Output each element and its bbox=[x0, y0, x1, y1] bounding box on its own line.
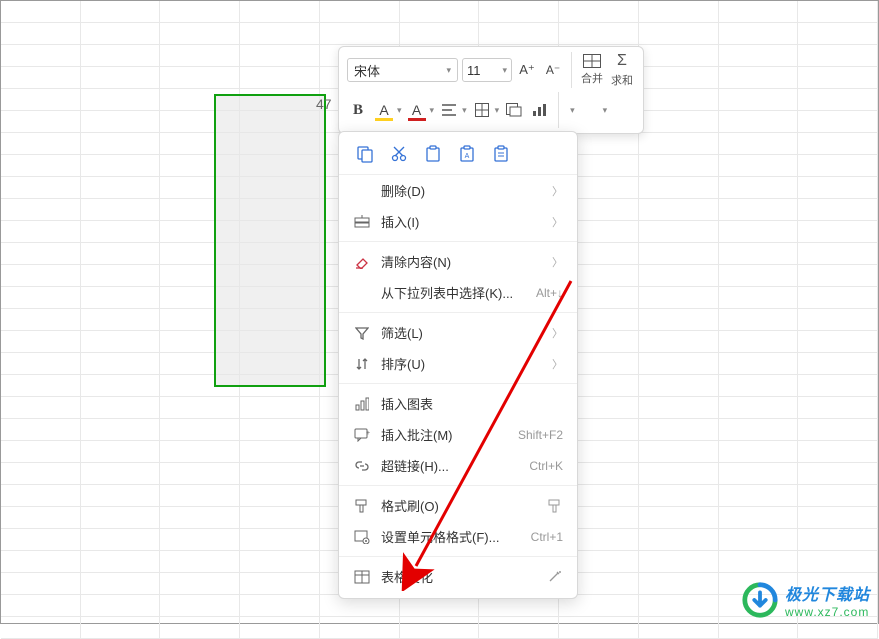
chevron-down-icon: ▾ bbox=[502, 65, 507, 76]
divider bbox=[339, 312, 577, 313]
chevron-down-icon: ▾ bbox=[397, 105, 402, 116]
chevron-down-icon: ▾ bbox=[495, 105, 500, 116]
format-as-table-icon[interactable] bbox=[503, 99, 525, 121]
paintbrush-icon bbox=[353, 499, 371, 513]
table-beautify-icon bbox=[353, 570, 371, 584]
divider bbox=[339, 556, 577, 557]
border-button[interactable]: ▾ bbox=[471, 99, 500, 121]
menu-clear-content[interactable]: 清除内容(N) 〉 bbox=[339, 246, 577, 277]
chart-icon[interactable] bbox=[529, 99, 551, 121]
sort-icon bbox=[353, 357, 371, 371]
divider bbox=[339, 485, 577, 486]
active-cell-value: 47 bbox=[316, 96, 332, 112]
align-icon bbox=[438, 99, 460, 121]
paste-special-icon[interactable]: A bbox=[457, 144, 477, 164]
menu-insert[interactable]: 插入(I) 〉 bbox=[339, 206, 577, 237]
watermark-url: www.xz7.com bbox=[785, 605, 869, 619]
highlight-button[interactable]: A ▾ bbox=[373, 99, 402, 121]
divider bbox=[339, 383, 577, 384]
chevron-right-icon: 〉 bbox=[552, 356, 563, 372]
chevron-down-icon: ▾ bbox=[446, 65, 451, 76]
mini-toolbar: 宋体 ▾ 11 ▾ A⁺ A⁻ 合并 Σ 求和 B A ▾ A ▾ bbox=[338, 46, 644, 134]
sum-icon: Σ bbox=[617, 52, 627, 70]
merge-button[interactable]: 合并 bbox=[579, 54, 605, 86]
funnel-icon bbox=[353, 326, 371, 340]
chart-icon bbox=[353, 397, 371, 411]
svg-text:+: + bbox=[366, 430, 370, 437]
format-painter-side-icon[interactable] bbox=[547, 499, 563, 513]
decrease-font-icon[interactable]: A⁻ bbox=[542, 59, 564, 81]
separator bbox=[571, 52, 572, 88]
chevron-right-icon: 〉 bbox=[552, 183, 563, 199]
menu-table-beautify[interactable]: 表格美化 bbox=[339, 561, 577, 592]
font-size-select[interactable]: 11 ▾ bbox=[462, 58, 512, 82]
chevron-down-icon[interactable]: ▾ bbox=[570, 105, 575, 116]
cut-icon[interactable] bbox=[389, 144, 409, 164]
separator bbox=[558, 92, 559, 128]
magic-wand-icon[interactable] bbox=[547, 570, 563, 584]
align-button[interactable]: ▾ bbox=[438, 99, 467, 121]
menu-insert-chart[interactable]: 插入图表 bbox=[339, 388, 577, 419]
increase-font-icon[interactable]: A⁺ bbox=[516, 59, 538, 81]
menu-insert-comment[interactable]: + 插入批注(M) Shift+F2 bbox=[339, 419, 577, 450]
context-menu: A 删除(D) 〉 插入(I) 〉 清除内容(N) 〉 从下拉列表中选择(K).… bbox=[338, 131, 578, 599]
merge-label: 合并 bbox=[581, 70, 603, 86]
border-icon bbox=[471, 99, 493, 121]
chevron-right-icon: 〉 bbox=[552, 325, 563, 341]
paste-icon[interactable] bbox=[423, 144, 443, 164]
menu-sort[interactable]: 排序(U) 〉 bbox=[339, 348, 577, 379]
chevron-down-icon: ▾ bbox=[430, 105, 435, 116]
menu-hyperlink[interactable]: 超链接(H)... Ctrl+K bbox=[339, 450, 577, 481]
chevron-right-icon: 〉 bbox=[552, 214, 563, 230]
font-family-label: 宋体 bbox=[354, 61, 380, 80]
watermark-title: 极光下载站 bbox=[785, 581, 870, 605]
chevron-right-icon: 〉 bbox=[552, 254, 563, 270]
menu-dropdown-select[interactable]: 从下拉列表中选择(K)... Alt+↓ bbox=[339, 277, 577, 308]
font-color-icon: A bbox=[406, 99, 428, 121]
cell-format-icon bbox=[353, 530, 371, 544]
sum-label: 求和 bbox=[611, 72, 633, 88]
watermark-logo-icon bbox=[741, 581, 779, 619]
menu-filter[interactable]: 筛选(L) 〉 bbox=[339, 317, 577, 348]
eraser-icon bbox=[353, 255, 371, 269]
link-icon bbox=[353, 459, 371, 473]
font-size-label: 11 bbox=[467, 63, 481, 78]
cell-selection[interactable] bbox=[214, 94, 326, 387]
chevron-down-icon: ▾ bbox=[462, 105, 467, 116]
chevron-down-icon[interactable]: ▾ bbox=[603, 105, 608, 116]
autosum-button[interactable]: Σ 求和 bbox=[609, 52, 635, 88]
menu-format-painter[interactable]: 格式刷(O) bbox=[339, 490, 577, 521]
font-family-select[interactable]: 宋体 ▾ bbox=[347, 58, 458, 82]
highlight-icon: A bbox=[373, 99, 395, 121]
insert-icon bbox=[353, 215, 371, 229]
menu-delete[interactable]: 删除(D) 〉 bbox=[339, 175, 577, 206]
merge-icon bbox=[583, 54, 601, 68]
svg-text:A: A bbox=[465, 153, 470, 160]
comment-icon: + bbox=[353, 428, 371, 442]
watermark: 极光下载站 www.xz7.com bbox=[741, 581, 870, 619]
bold-button[interactable]: B bbox=[347, 99, 369, 121]
copy-icon[interactable] bbox=[355, 144, 375, 164]
paste-values-icon[interactable] bbox=[491, 144, 511, 164]
menu-cell-format[interactable]: 设置单元格格式(F)... Ctrl+1 bbox=[339, 521, 577, 552]
divider bbox=[339, 241, 577, 242]
font-color-button[interactable]: A ▾ bbox=[406, 99, 435, 121]
